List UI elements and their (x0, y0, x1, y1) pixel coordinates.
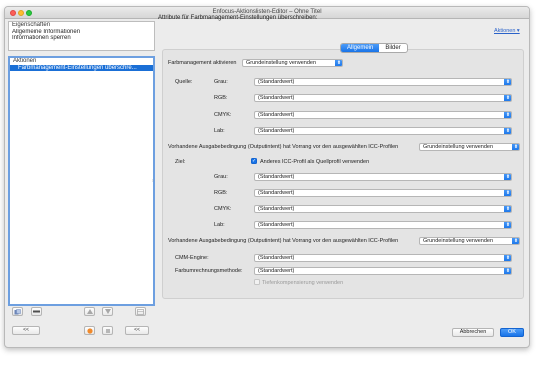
chevron-updown-icon: ⬍ (504, 222, 511, 228)
chevron-updown-icon: ⬍ (335, 60, 342, 66)
minus-icon (33, 310, 40, 313)
arrow-up-icon (86, 309, 93, 314)
color-management-select[interactable]: Grundeinstellung verwenden ⬍ (242, 59, 343, 67)
stop-action-button[interactable] (102, 326, 113, 335)
actions-menu-link[interactable]: Aktionen ▾ (494, 28, 520, 34)
black-point-compensation-label: Tiefenkompensierung verwenden (262, 280, 344, 286)
source-gray-select[interactable]: (Standardwert) ⬍ (254, 78, 512, 86)
outputintent-label-2: Vorhandene Ausgabebedingung (Outputinten… (168, 238, 399, 244)
chevron-updown-icon: ⬍ (512, 238, 519, 244)
target-rgb-label: RGB: (214, 190, 228, 196)
source-rgb-label: RGB: (214, 95, 228, 101)
properties-list: Eigenschaften Allgemeine Informationen I… (8, 21, 155, 51)
source-cmyk-select[interactable]: (Standardwert) ⬍ (254, 111, 512, 119)
rendering-intent-select[interactable]: (Standardwert) ⬍ (254, 267, 512, 275)
source-lab-select[interactable]: (Standardwert) ⬍ (254, 127, 512, 135)
outputintent-select-2[interactable]: Grundeinstellung verwenden ⬍ (419, 237, 520, 245)
rendering-intent-label: Farbumrechnungsmethode: (175, 268, 243, 274)
tab-bar: Allgemein Bilder (340, 43, 408, 53)
target-cmyk-label: CMYK: (214, 206, 232, 212)
list-item-lock-info[interactable]: Informationen sperren (9, 35, 154, 42)
target-lab-label: Lab: (214, 222, 225, 228)
color-management-label: Farbmanagement aktivieren (168, 60, 237, 66)
move-down-button[interactable] (102, 307, 113, 316)
source-cmyk-label: CMYK: (214, 112, 232, 118)
chevron-updown-icon: ⬍ (504, 206, 511, 212)
use-other-icc-label: Anderes ICC-Profil als Quellprofil verwe… (260, 159, 370, 165)
add-action-button[interactable] (12, 307, 23, 316)
source-rgb-select[interactable]: (Standardwert) ⬍ (254, 94, 512, 102)
target-gray-select[interactable]: (Standardwert) ⬍ (254, 173, 512, 181)
target-label: Ziel: (175, 159, 186, 165)
page-title: Attribute für Farbmanagement-Einstellung… (158, 15, 318, 21)
target-gray-label: Grau: (214, 174, 228, 180)
collapse-right-button[interactable]: << (125, 326, 149, 335)
chevron-updown-icon: ⬍ (504, 79, 511, 85)
chevron-updown-icon: ⬍ (504, 255, 511, 261)
cmm-engine-select[interactable]: (Standardwert) ⬍ (254, 254, 512, 262)
run-icon (86, 327, 93, 334)
list-item-action-color-management[interactable]: Farbmanagement-Einstellungen überschre..… (10, 64, 153, 71)
remove-action-button[interactable] (31, 307, 42, 316)
library-icon (137, 308, 144, 315)
splitter-handle-icon[interactable]: › (152, 178, 154, 184)
actions-list[interactable]: Aktionen Farbmanagement-Einstellungen üb… (8, 56, 155, 306)
tab-bilder[interactable]: Bilder (379, 44, 406, 52)
collapse-left-button[interactable]: << (12, 326, 40, 335)
target-rgb-select[interactable]: (Standardwert) ⬍ (254, 189, 512, 197)
tab-allgemein[interactable]: Allgemein (341, 44, 380, 52)
stop-icon (105, 328, 110, 333)
move-up-button[interactable] (84, 307, 95, 316)
source-gray-label: Grau: (214, 79, 228, 85)
chevron-updown-icon: ⬍ (504, 268, 511, 274)
arrow-down-icon (104, 309, 111, 314)
outputintent-label-1: Vorhandene Ausgabebedingung (Outputinten… (168, 144, 399, 150)
target-cmyk-select[interactable]: (Standardwert) ⬍ (254, 205, 512, 213)
run-action-button[interactable] (84, 326, 95, 335)
library-button[interactable] (135, 307, 146, 316)
chevron-updown-icon: ⬍ (512, 144, 519, 150)
outputintent-select-1[interactable]: Grundeinstellung verwenden ⬍ (419, 143, 520, 151)
use-other-icc-checkbox[interactable]: ✓ (251, 158, 257, 164)
chevron-updown-icon: ⬍ (504, 190, 511, 196)
source-lab-label: Lab: (214, 128, 225, 134)
chevron-updown-icon: ⬍ (504, 128, 511, 134)
chevron-updown-icon: ⬍ (504, 174, 511, 180)
ok-button[interactable]: OK (500, 328, 524, 337)
cancel-button[interactable]: Abbrechen (452, 328, 494, 337)
chevron-updown-icon: ⬍ (504, 95, 511, 101)
black-point-compensation-checkbox[interactable] (254, 279, 260, 285)
cmm-engine-label: CMM-Engine: (175, 255, 209, 261)
add-action-icon (14, 308, 21, 314)
chevron-updown-icon: ⬍ (504, 112, 511, 118)
target-lab-select[interactable]: (Standardwert) ⬍ (254, 221, 512, 229)
source-label: Quelle: (175, 79, 193, 85)
